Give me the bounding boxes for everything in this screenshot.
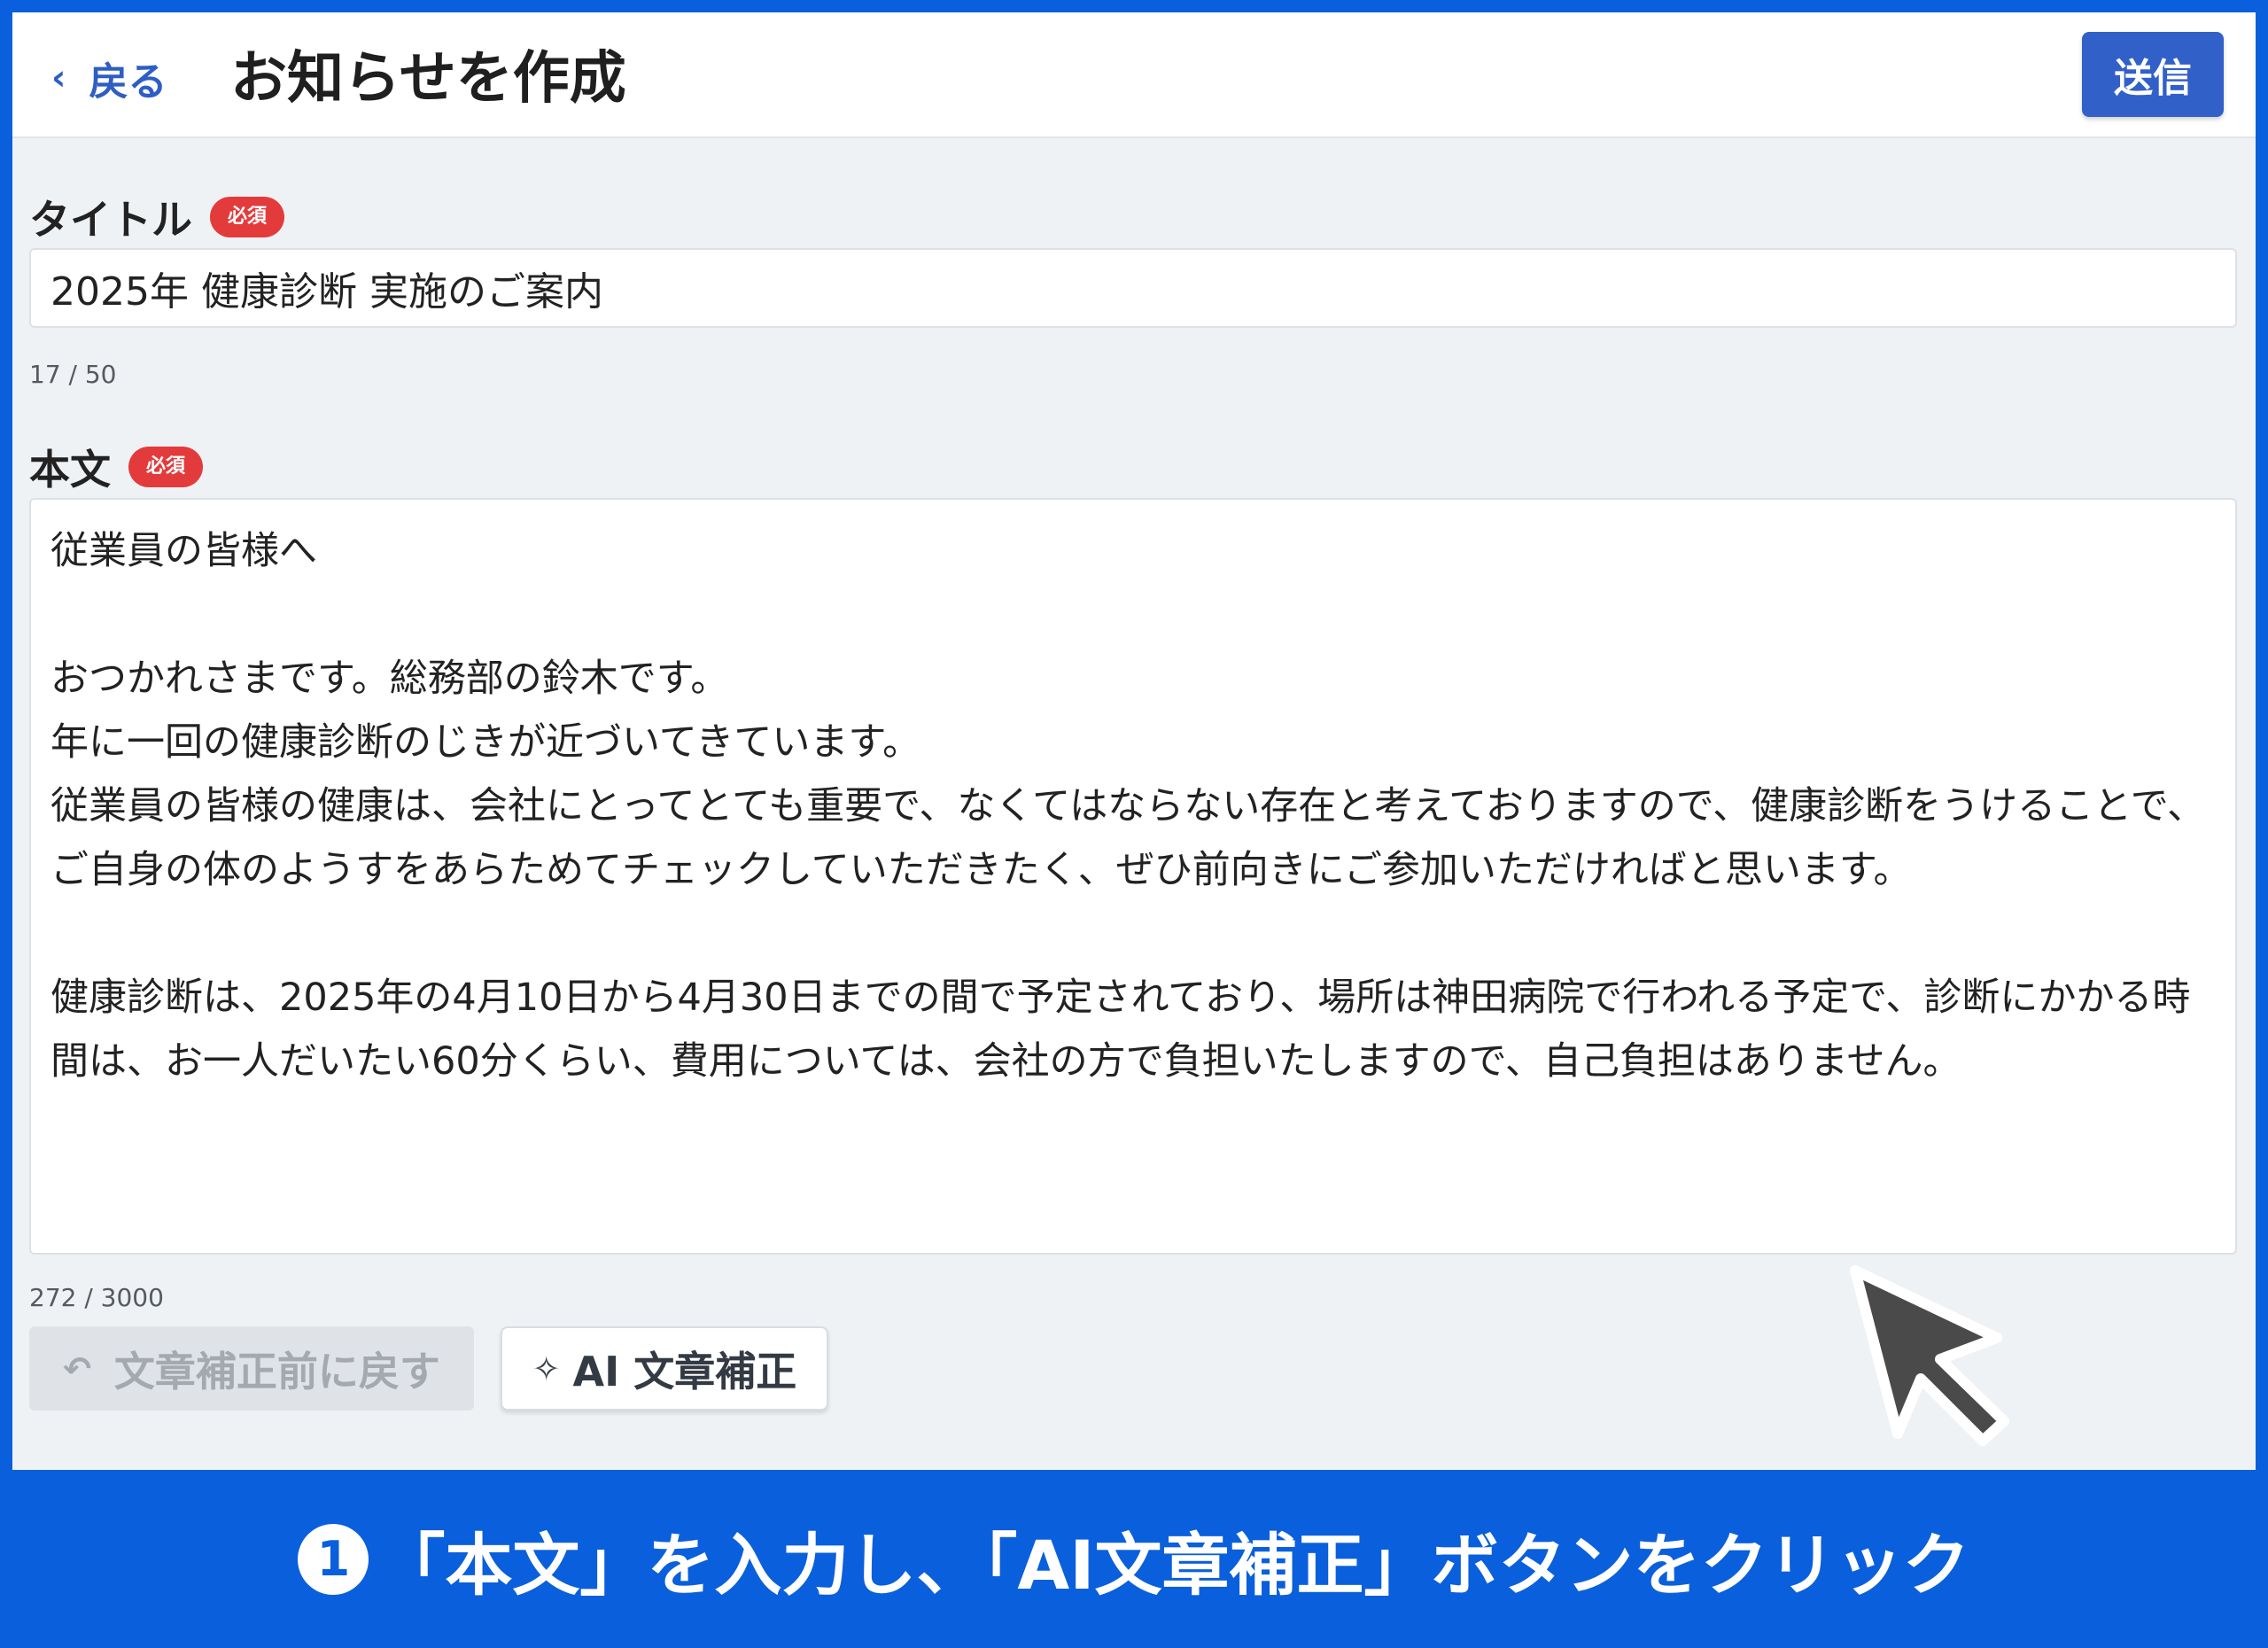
ai-correction-button[interactable]: ✧ AI 文章補正 [501, 1326, 828, 1411]
app-window: ‹ 戻る お知らせを作成 送信 タイトル 必須 2025年 健康診断 実施のご案… [12, 12, 2256, 1470]
instruction-caption: 1 「本文」を入力し、「AI文章補正」ボタンをクリック [0, 1470, 2268, 1648]
mouse-pointer-icon [1850, 1265, 2009, 1446]
revert-button-label: 文章補正前に戻す [113, 1347, 440, 1395]
sparkle-icon: ✧ [532, 1349, 561, 1388]
body-textarea[interactable]: 従業員の皆様へ おつかれさまです。総務部の鈴木です。 年に一回の健康診断のじきが… [29, 498, 2237, 1255]
required-badge: 必須 [210, 197, 285, 237]
caption-text: 「本文」を入力し、「AI文章補正」ボタンをクリック [377, 1525, 1970, 1605]
chevron-left-icon: ‹ [51, 58, 66, 98]
back-label: 戻る [89, 59, 167, 105]
page-title: お知らせを作成 [230, 46, 626, 112]
revert-correction-button[interactable]: ↶ 文章補正前に戻す [29, 1326, 474, 1411]
body-field-label: 本文 必須 [29, 438, 204, 496]
header-bar: ‹ 戻る お知らせを作成 送信 [12, 12, 2256, 138]
ai-button-label: AI 文章補正 [572, 1347, 797, 1395]
undo-icon: ↶ [63, 1349, 91, 1388]
body-label-text: 本文 [29, 446, 111, 494]
send-button[interactable]: 送信 [2082, 32, 2224, 117]
step-number-badge: 1 [298, 1523, 369, 1595]
body-char-counter: 272 / 3000 [29, 1283, 164, 1312]
title-field-label: タイトル 必須 [29, 188, 285, 246]
title-char-counter: 17 / 50 [29, 360, 117, 389]
title-label-text: タイトル [29, 196, 192, 244]
back-button[interactable]: ‹ 戻る [51, 51, 167, 105]
required-badge: 必須 [128, 447, 204, 487]
title-input[interactable]: 2025年 健康診断 実施のご案内 [29, 248, 2237, 328]
